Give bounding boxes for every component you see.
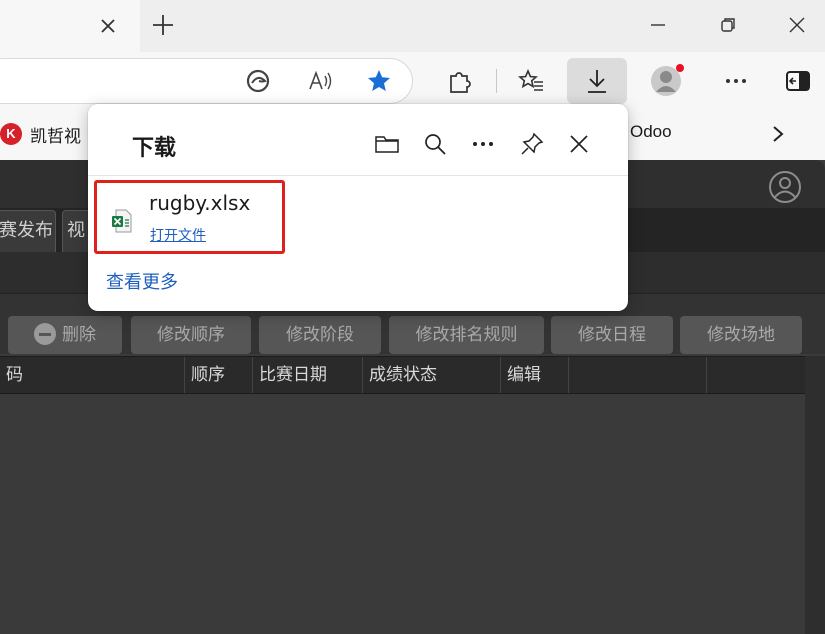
bookmark-odoo[interactable]: Odoo bbox=[630, 122, 672, 142]
extensions-icon[interactable] bbox=[445, 67, 473, 95]
column-header[interactable]: 码 bbox=[0, 357, 185, 393]
new-tab-icon[interactable] bbox=[150, 12, 176, 38]
close-icon[interactable] bbox=[565, 130, 593, 158]
edit-venue-button[interactable]: 修改场地 bbox=[680, 316, 802, 354]
sidebar-toggle-icon[interactable] bbox=[784, 67, 812, 95]
more-options-icon[interactable] bbox=[469, 130, 497, 158]
chevron-right-icon[interactable] bbox=[768, 122, 788, 146]
favorite-star-icon[interactable] bbox=[365, 67, 393, 95]
download-item[interactable]: rugby.xlsx 打开文件 bbox=[94, 180, 285, 254]
app-tab[interactable]: 赛发布 bbox=[0, 210, 56, 252]
more-options-icon[interactable] bbox=[722, 67, 750, 95]
delete-button[interactable]: 删除 bbox=[8, 316, 122, 354]
close-window-icon[interactable] bbox=[785, 13, 809, 37]
column-header[interactable]: 编辑 bbox=[501, 357, 569, 393]
favorites-icon[interactable] bbox=[517, 67, 545, 95]
profile-avatar-icon[interactable] bbox=[650, 63, 686, 99]
table-body bbox=[0, 394, 805, 634]
toolbar bbox=[0, 52, 825, 110]
column-header[interactable]: 顺序 bbox=[185, 357, 253, 393]
edit-stage-button[interactable]: 修改阶段 bbox=[259, 316, 381, 354]
read-aloud-icon[interactable] bbox=[306, 67, 334, 95]
table-header: 码 顺序 比赛日期 成绩状态 编辑 bbox=[0, 356, 805, 394]
address-bar[interactable] bbox=[0, 58, 413, 104]
toolbar-separator bbox=[496, 69, 497, 93]
edge-icon[interactable] bbox=[244, 67, 272, 95]
bookmark-item[interactable]: 凯哲视 bbox=[30, 122, 81, 147]
title-bar bbox=[0, 0, 825, 52]
column-header[interactable]: 成绩状态 bbox=[363, 357, 501, 393]
close-tab-icon[interactable] bbox=[96, 14, 120, 38]
open-folder-icon[interactable] bbox=[373, 130, 401, 158]
edit-order-button[interactable]: 修改顺序 bbox=[131, 316, 251, 354]
minimize-icon[interactable] bbox=[646, 13, 670, 37]
browser-window: K 凯哲视 Odoo 赛发布 视 删除 修改顺序 修改阶段 修改排名规则 修改日… bbox=[0, 0, 825, 634]
pin-icon[interactable] bbox=[518, 130, 546, 158]
panel-title: 下载 bbox=[132, 136, 177, 161]
edit-ranking-rule-button[interactable]: 修改排名规则 bbox=[389, 316, 544, 354]
downloads-panel: 下载 rugby.xlsx 打开文件 查看更多 bbox=[88, 104, 628, 311]
user-icon[interactable] bbox=[768, 170, 802, 204]
excel-file-icon bbox=[112, 209, 132, 233]
vertical-scrollbar[interactable] bbox=[805, 356, 825, 634]
column-header[interactable]: 比赛日期 bbox=[253, 357, 363, 393]
column-header[interactable] bbox=[569, 357, 707, 393]
bookmark-logo-icon: K bbox=[0, 123, 22, 145]
see-more-link[interactable]: 查看更多 bbox=[106, 268, 178, 294]
edit-schedule-button[interactable]: 修改日程 bbox=[551, 316, 673, 354]
download-icon bbox=[588, 70, 606, 93]
restore-icon[interactable] bbox=[716, 13, 740, 37]
open-file-link[interactable]: 打开文件 bbox=[150, 225, 206, 245]
search-icon[interactable] bbox=[421, 130, 449, 158]
browser-tab[interactable] bbox=[0, 0, 140, 52]
minus-circle-icon bbox=[34, 323, 56, 345]
downloads-button[interactable] bbox=[567, 58, 627, 104]
divider bbox=[88, 175, 628, 176]
download-file-name: rugby.xlsx bbox=[149, 191, 251, 215]
